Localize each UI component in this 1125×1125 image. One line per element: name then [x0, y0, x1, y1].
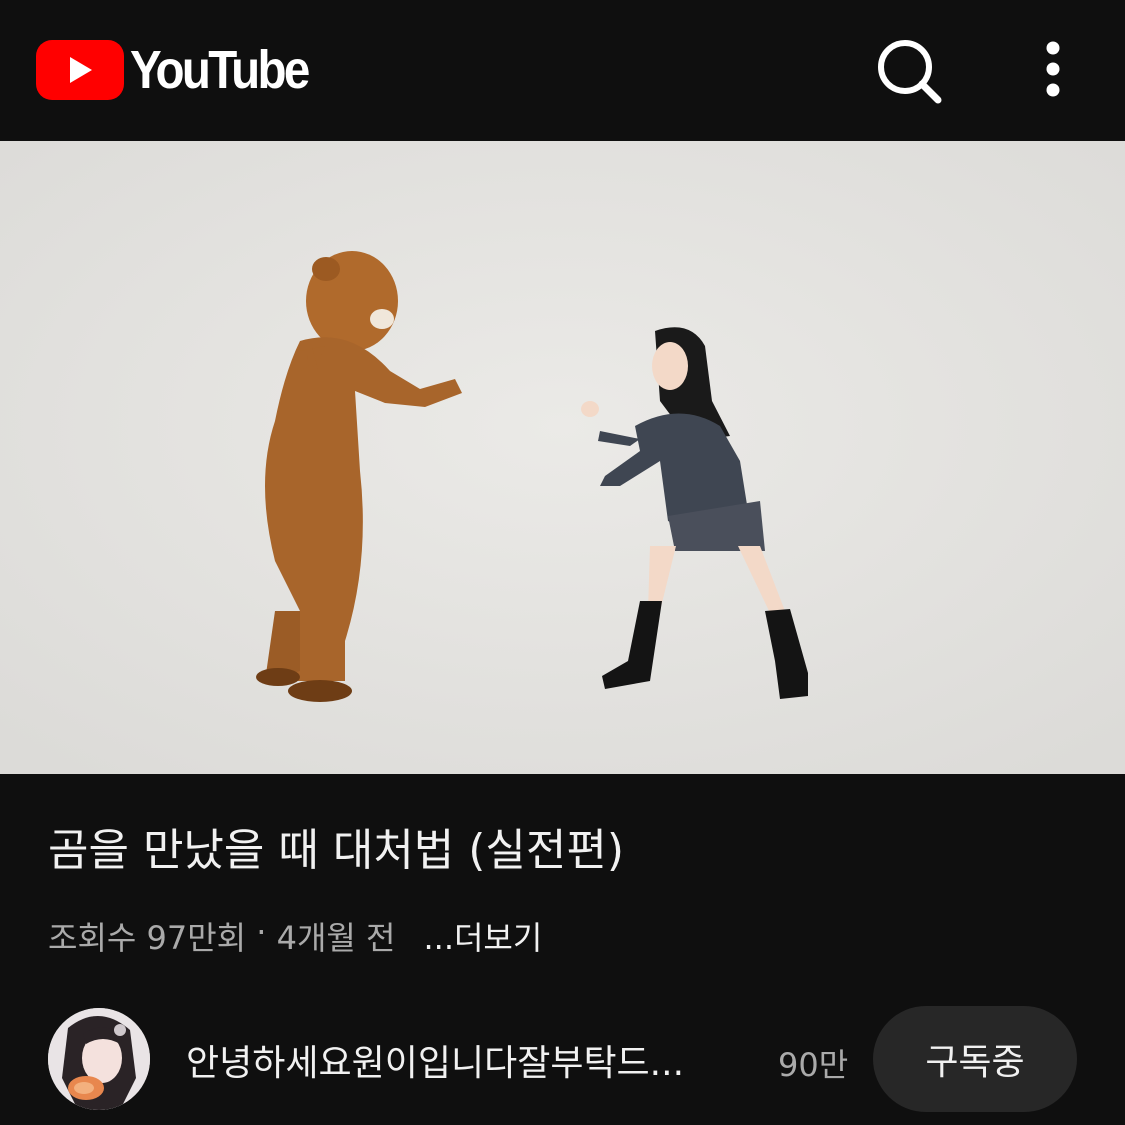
meta-separator: · [246, 913, 277, 951]
youtube-logo[interactable]: YouTube [36, 40, 332, 100]
video-info-panel: 곰을 만났을 때 대처법 (실전편) 조회수 97만회 · 4개월 전 ...더… [0, 774, 1125, 1125]
avatar-image [48, 1008, 150, 1110]
more-vert-icon [1046, 41, 1060, 97]
upload-age: 4개월 전 [276, 919, 396, 957]
subscribed-button[interactable]: 구독중 [873, 1006, 1077, 1112]
video-title[interactable]: 곰을 만났을 때 대처법 (실전편) [48, 814, 624, 878]
view-count: 조회수 97만회 [48, 919, 247, 957]
show-more-link[interactable]: ...더보기 [423, 913, 542, 959]
channel-name[interactable]: 안녕하세요원이입니다잘부탁드... [186, 1034, 684, 1086]
subscriber-count: 90만 [778, 1046, 849, 1084]
search-button[interactable] [874, 36, 944, 106]
search-icon [878, 40, 942, 104]
video-meta: 조회수 97만회 · 4개월 전 ...더보기 [48, 913, 542, 959]
more-options-button[interactable] [1018, 36, 1088, 106]
youtube-play-icon [36, 40, 124, 100]
logo-text: YouTube [130, 40, 310, 100]
video-frame [0, 141, 1125, 774]
channel-avatar[interactable] [48, 1008, 150, 1110]
top-app-bar: YouTube [0, 0, 1125, 141]
channel-row: 안녕하세요원이입니다잘부탁드... 90만 구독중 [0, 1006, 1125, 1116]
video-player[interactable] [0, 141, 1125, 774]
